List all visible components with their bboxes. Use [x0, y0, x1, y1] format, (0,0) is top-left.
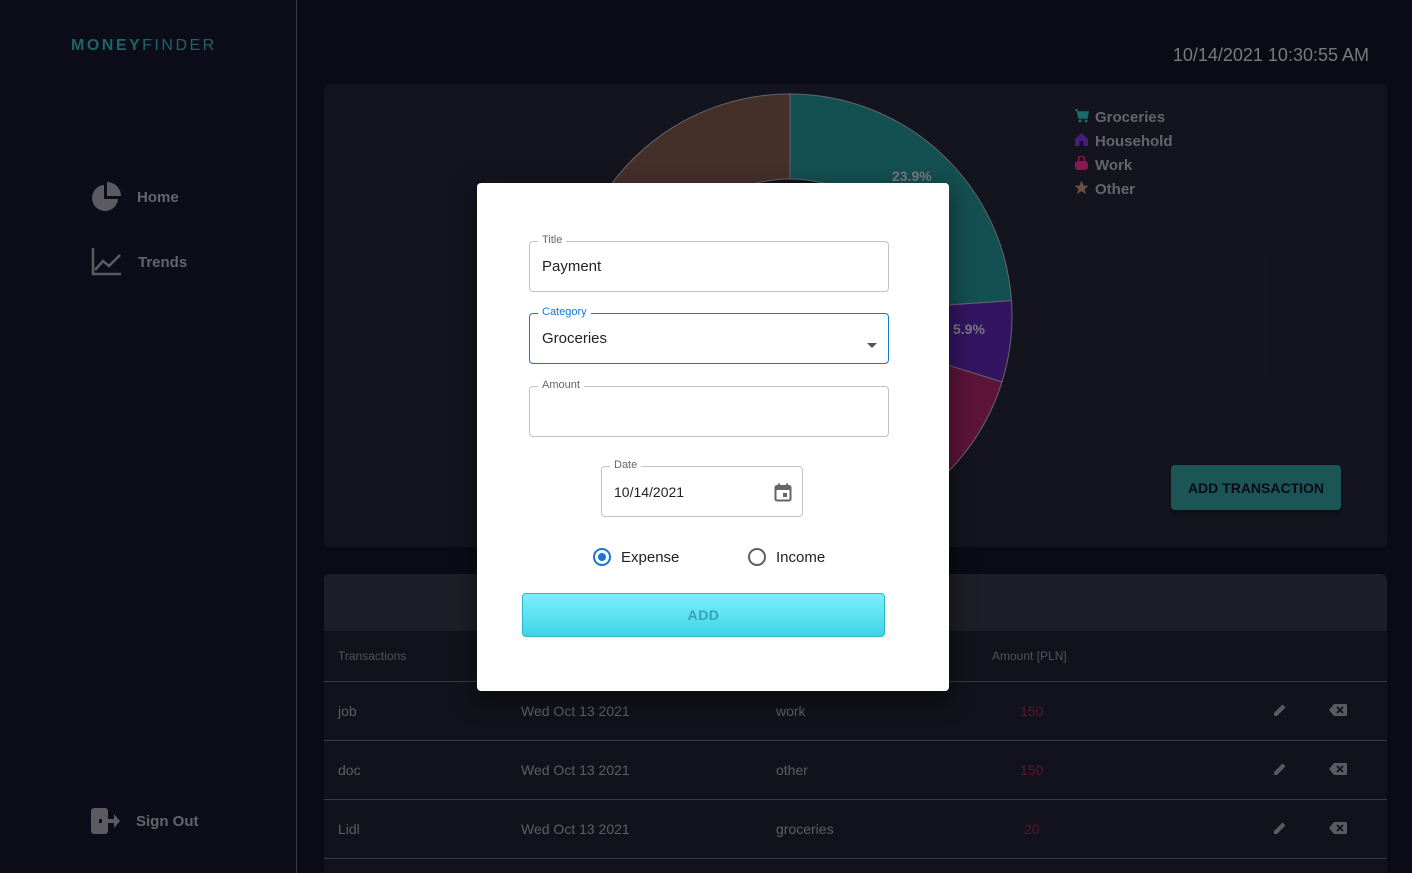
date-field[interactable]: Date 10/14/2021 — [601, 459, 803, 517]
dropdown-arrow-icon — [867, 336, 877, 354]
date-field-label: Date — [610, 459, 642, 471]
calendar-icon[interactable] — [774, 483, 792, 507]
expense-radio-button[interactable] — [593, 548, 611, 566]
amount-input[interactable] — [542, 401, 829, 418]
title-field-value: Payment — [542, 258, 602, 275]
income-radio-label: Income — [776, 548, 826, 566]
income-radio[interactable]: Income — [748, 548, 825, 566]
add-transaction-dialog: Title Payment Category Groceries Amount … — [477, 183, 949, 691]
title-field[interactable]: Title Payment — [529, 234, 889, 292]
category-selected-value: Groceries — [542, 330, 608, 347]
income-radio-button[interactable] — [748, 548, 766, 566]
amount-field[interactable]: Amount — [529, 379, 889, 437]
amount-field-label: Amount — [538, 379, 584, 391]
expense-radio[interactable]: Expense — [593, 548, 679, 566]
title-field-label: Title — [538, 234, 567, 246]
add-button[interactable]: ADD — [522, 593, 885, 637]
expense-radio-label: Expense — [621, 548, 680, 566]
category-field-label: Category — [538, 306, 591, 318]
date-field-value: 10/14/2021 — [614, 484, 685, 500]
category-select[interactable]: Category Groceries — [529, 306, 889, 364]
